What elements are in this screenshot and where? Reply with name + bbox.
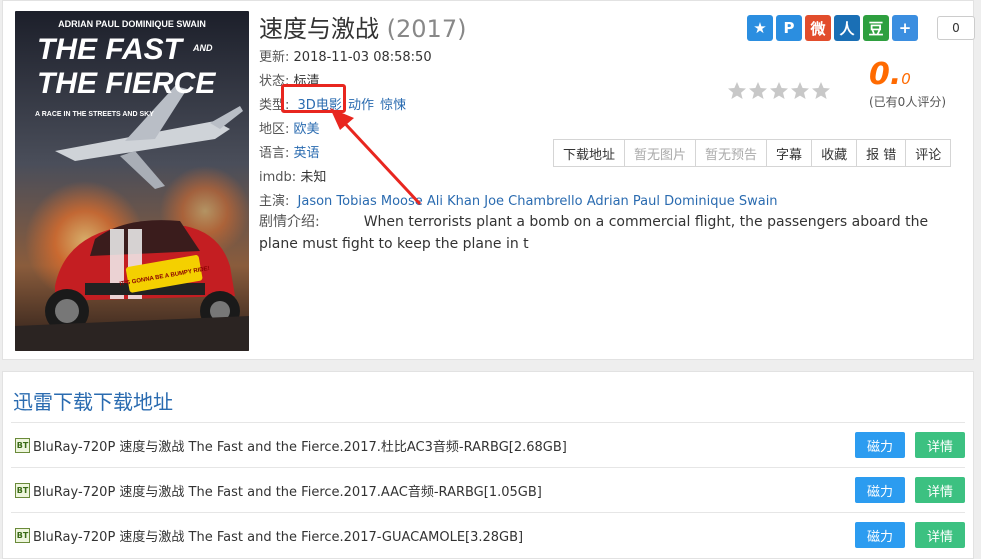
- subtitles-button[interactable]: 字幕: [766, 139, 813, 167]
- poster-logo-line1: THE FAST: [37, 33, 185, 66]
- updated-value: 2018-11-03 08:58:50: [293, 50, 432, 65]
- download-link[interactable]: BluRay-720P 速度与激战 The Fast and the Fierc…: [33, 481, 855, 500]
- comments-button[interactable]: 评论: [905, 139, 952, 167]
- rating-star-icon[interactable]: [748, 81, 768, 101]
- download-link[interactable]: BluRay-720P 速度与激战 The Fast and the Fierc…: [33, 526, 855, 545]
- more-share-icon[interactable]: +: [892, 15, 918, 41]
- tencent-weibo-icon[interactable]: P: [776, 15, 802, 41]
- poster-image: ADRIAN PAUL DOMINIQUE SWAIN THE FAST AND…: [15, 11, 249, 351]
- language-link[interactable]: 英语: [294, 146, 320, 161]
- updated-label: 更新:: [259, 50, 290, 65]
- detail-button[interactable]: 详情: [915, 477, 965, 503]
- download-row: BT BluRay-720P 速度与激战 The Fast and the Fie…: [11, 467, 965, 512]
- movie-title: 速度与激战 (2017): [259, 9, 466, 44]
- rating-star-icon[interactable]: [727, 81, 747, 101]
- rating-star-icon[interactable]: [790, 81, 810, 101]
- detail-button[interactable]: 详情: [915, 522, 965, 548]
- plot-label: 剧情介绍:: [259, 214, 320, 230]
- share-count: 0: [937, 16, 975, 40]
- download-row: BT BluRay-720P 速度与激战 The Fast and the Fie…: [11, 512, 965, 557]
- action-button-group: 下载地址 暂无图片 暂无预告 字幕 收藏报 错评论: [553, 139, 952, 167]
- download-address-button[interactable]: 下载地址: [553, 139, 626, 167]
- poster-logo-and: AND: [192, 43, 213, 53]
- bt-file-icon: BT: [15, 482, 30, 498]
- poster-logo-line2: THE FIERCE: [37, 67, 216, 100]
- douban-icon[interactable]: 豆: [863, 15, 889, 41]
- movie-info-card: ADRIAN PAUL DOMINIQUE SWAIN THE FAST AND…: [2, 0, 975, 360]
- score-integer: 0.: [869, 57, 902, 92]
- share-bar: ★ P 微人豆 +0: [747, 15, 975, 41]
- download-section-title: 迅雷下载下载地址: [13, 390, 173, 414]
- download-link[interactable]: BluRay-720P 速度与激战 The Fast and the Fierc…: [33, 436, 855, 455]
- sina-weibo-icon[interactable]: 微: [805, 15, 831, 41]
- annotation-arrow: [330, 108, 422, 206]
- favorite-button[interactable]: 收藏: [811, 139, 858, 167]
- movie-year: (2017): [386, 15, 467, 43]
- download-row: BT BluRay-720P 速度与激战 The Fast and the Fie…: [11, 422, 965, 467]
- region-label: 地区:: [259, 122, 290, 137]
- poster-cast-names: ADRIAN PAUL DOMINIQUE SWAIN: [58, 19, 206, 29]
- language-label: 语言:: [259, 146, 290, 161]
- rating-star-icon[interactable]: [811, 81, 831, 101]
- score-decimal: 0: [901, 70, 911, 88]
- plot-text: When terrorists plant a bomb on a commer…: [259, 214, 929, 252]
- renren-icon[interactable]: 人: [834, 15, 860, 41]
- report-error-button[interactable]: 报 错: [856, 139, 907, 167]
- imdb-field: imdb: 未知: [259, 166, 326, 185]
- imdb-label: imdb:: [259, 170, 297, 185]
- cast-label: 主演:: [259, 194, 290, 209]
- magnet-button[interactable]: 磁力: [855, 432, 905, 458]
- movie-title-text: 速度与激战: [259, 15, 379, 43]
- rating-star-icon[interactable]: [769, 81, 789, 101]
- rating-count-note: (已有0人评分): [869, 95, 946, 109]
- qzone-icon[interactable]: ★: [747, 15, 773, 41]
- magnet-button[interactable]: 磁力: [855, 522, 905, 548]
- region-link[interactable]: 欧美: [294, 122, 320, 137]
- bt-file-icon: BT: [15, 437, 30, 453]
- detail-button[interactable]: 详情: [915, 432, 965, 458]
- plot-summary: 剧情介绍: When terrorists plant a bomb on a c…: [259, 211, 949, 255]
- updated-field: 更新: 2018-11-03 08:58:50: [259, 46, 432, 65]
- bt-file-icon: BT: [15, 527, 30, 543]
- magnet-button[interactable]: 磁力: [855, 477, 905, 503]
- poster-tagline: A RACE IN THE STREETS AND SKY: [35, 111, 154, 118]
- rating-score: 0.0: [869, 57, 911, 92]
- region-field: 地区: 欧美: [259, 118, 322, 137]
- download-card: 迅雷下载下载地址 BT BluRay-720P 速度与激战 The Fast an…: [2, 371, 974, 559]
- movie-poster[interactable]: ADRIAN PAUL DOMINIQUE SWAIN THE FAST AND…: [15, 11, 249, 351]
- language-field: 语言: 英语: [259, 142, 322, 161]
- no-images-button[interactable]: 暂无图片: [624, 139, 697, 167]
- no-trailer-button[interactable]: 暂无预告: [695, 139, 768, 167]
- rating-stars[interactable]: [727, 81, 831, 101]
